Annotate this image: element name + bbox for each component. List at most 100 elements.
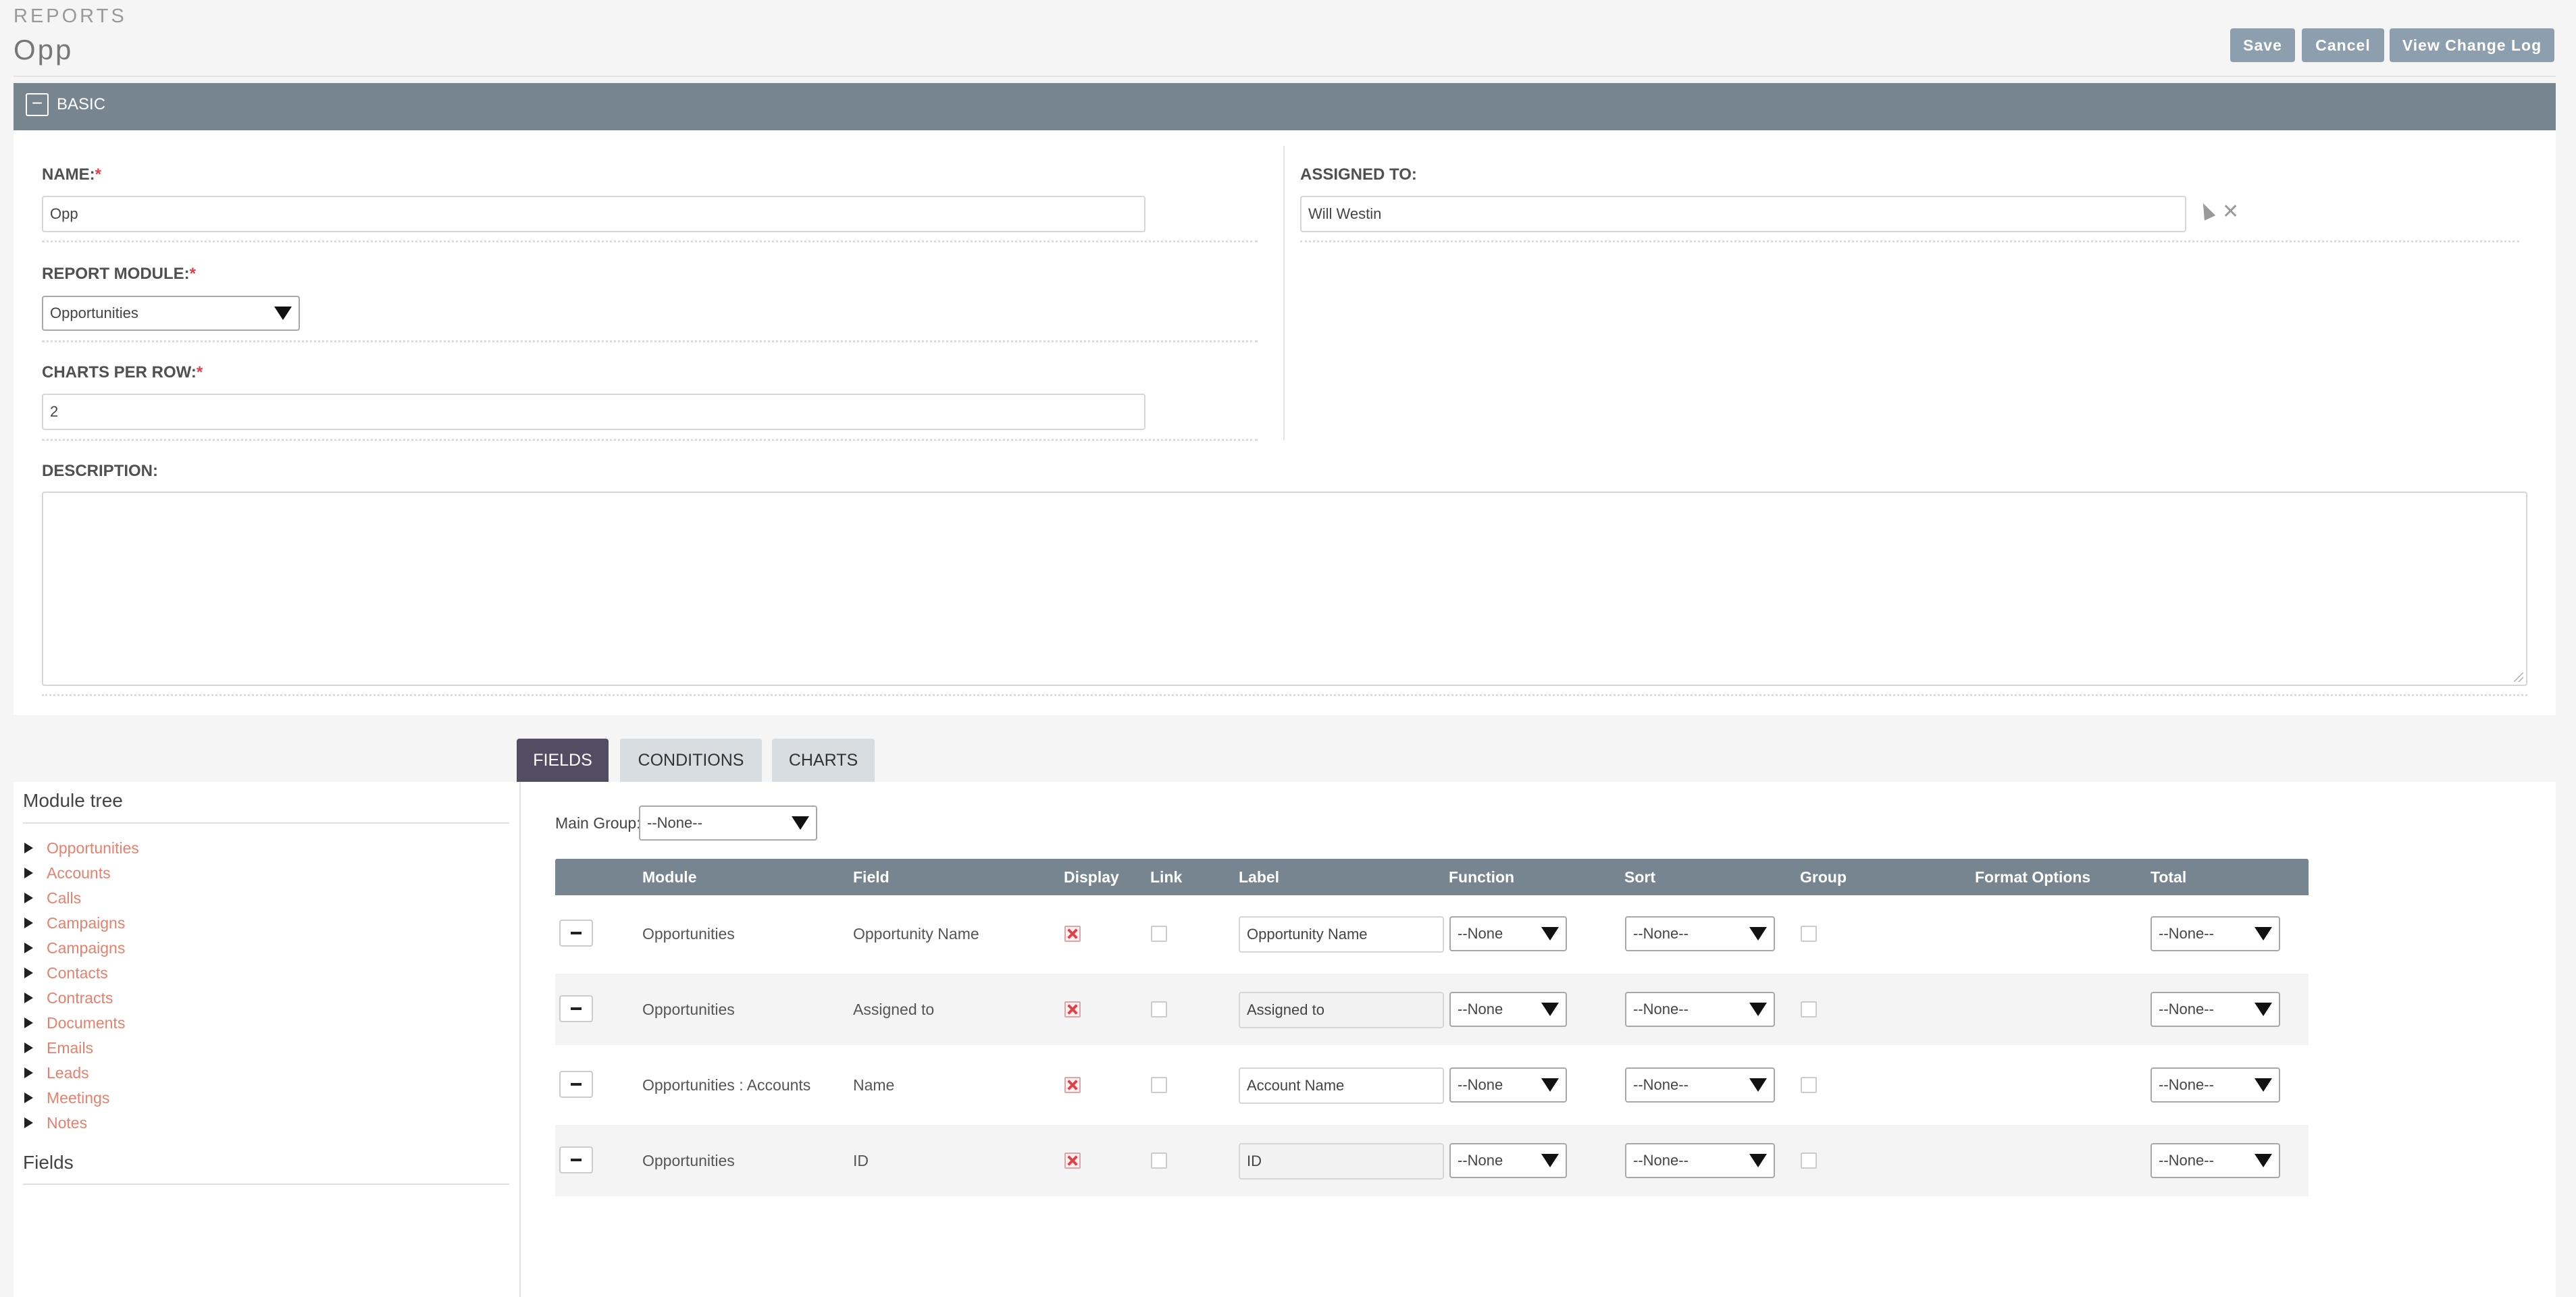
tree-item-opportunities[interactable]: Opportunities xyxy=(24,838,139,858)
divider xyxy=(23,1184,509,1185)
group-checkbox[interactable] xyxy=(1801,1001,1817,1017)
group-checkbox[interactable] xyxy=(1801,1153,1817,1169)
triangle-right-icon[interactable] xyxy=(24,1092,33,1103)
total-select[interactable]: --None-- xyxy=(2150,1143,2280,1178)
tab-conditions[interactable]: CONDITIONS xyxy=(620,739,762,782)
remove-row-button[interactable] xyxy=(559,995,593,1022)
triangle-right-icon[interactable] xyxy=(24,893,33,903)
link-checkbox[interactable] xyxy=(1151,1077,1167,1093)
total-value: --None-- xyxy=(2159,1152,2214,1169)
function-value: --None xyxy=(1458,1001,1503,1017)
sort-select[interactable]: --None-- xyxy=(1625,1143,1775,1178)
group-checkbox[interactable] xyxy=(1801,926,1817,942)
tree-item-calls[interactable]: Calls xyxy=(24,888,81,908)
view-change-log-button[interactable]: View Change Log xyxy=(2390,28,2554,62)
tab-charts[interactable]: CHARTS xyxy=(772,739,875,782)
save-button[interactable]: Save xyxy=(2230,28,2295,62)
caret-down-icon xyxy=(1749,1003,1767,1016)
caret-down-icon xyxy=(2255,1078,2272,1092)
tree-item-meetings[interactable]: Meetings xyxy=(24,1088,109,1108)
tree-item-emails[interactable]: Emails xyxy=(24,1038,93,1058)
tree-item-notes[interactable]: Notes xyxy=(24,1113,87,1133)
total-select[interactable]: --None-- xyxy=(2150,992,2280,1027)
total-select[interactable]: --None-- xyxy=(2150,916,2280,951)
triangle-right-icon[interactable] xyxy=(24,968,33,978)
sort-select[interactable]: --None-- xyxy=(1625,1067,1775,1103)
sort-select[interactable]: --None-- xyxy=(1625,916,1775,951)
row-label-input[interactable] xyxy=(1239,1067,1444,1104)
link-checkbox[interactable] xyxy=(1151,1153,1167,1169)
triangle-right-icon[interactable] xyxy=(24,943,33,953)
row-label-input[interactable] xyxy=(1239,992,1444,1028)
triangle-right-icon[interactable] xyxy=(24,918,33,928)
function-select[interactable]: --None xyxy=(1449,1067,1567,1103)
tree-item-accounts[interactable]: Accounts xyxy=(24,863,111,883)
charts-per-row-input[interactable] xyxy=(42,394,1145,430)
function-select[interactable]: --None xyxy=(1449,1143,1567,1178)
remove-row-button[interactable] xyxy=(559,1071,593,1098)
main-group-select[interactable]: --None-- xyxy=(639,805,817,841)
display-checkbox[interactable] xyxy=(1064,1001,1081,1017)
link-checkbox[interactable] xyxy=(1151,1001,1167,1017)
column-header-link: Link xyxy=(1150,868,1183,886)
tree-item-campaigns[interactable]: Campaigns xyxy=(24,913,125,933)
function-value: --None xyxy=(1458,1076,1503,1093)
group-checkbox[interactable] xyxy=(1801,1077,1817,1093)
triangle-right-icon[interactable] xyxy=(24,1042,33,1053)
report-module-label: REPORT MODULE:* xyxy=(42,265,197,283)
triangle-right-icon[interactable] xyxy=(24,843,33,853)
main-group-value: --None-- xyxy=(647,814,702,831)
function-select[interactable]: --None xyxy=(1449,916,1567,951)
cancel-button[interactable]: Cancel xyxy=(2302,28,2384,62)
report-module-select[interactable]: Opportunities xyxy=(42,296,300,331)
main-group-label: Main Group: xyxy=(555,814,641,832)
minus-square-icon[interactable]: − xyxy=(26,93,49,116)
close-icon[interactable]: ✕ xyxy=(2222,200,2239,223)
total-select[interactable]: --None-- xyxy=(2150,1067,2280,1103)
description-textarea[interactable] xyxy=(42,492,2527,686)
remove-row-button[interactable] xyxy=(559,920,593,947)
column-separator xyxy=(1283,146,1285,440)
row-module: Opportunities : Accounts xyxy=(642,1076,811,1094)
row-module: Opportunities xyxy=(642,925,735,943)
tree-item-campaigns-2[interactable]: Campaigns xyxy=(24,938,125,958)
row-field: Assigned to xyxy=(853,1001,935,1018)
resize-handle-icon[interactable] xyxy=(2514,672,2523,682)
sort-value: --None-- xyxy=(1633,925,1689,942)
caret-down-icon xyxy=(1749,927,1767,941)
triangle-right-icon[interactable] xyxy=(24,1067,33,1078)
divider xyxy=(1300,240,2519,242)
basic-panel-header[interactable] xyxy=(14,83,2556,130)
row-label-input[interactable] xyxy=(1239,916,1444,953)
function-value: --None xyxy=(1458,925,1503,942)
triangle-right-icon[interactable] xyxy=(24,1117,33,1128)
row-label-input[interactable] xyxy=(1239,1143,1444,1180)
caret-down-icon xyxy=(1541,1078,1559,1092)
row-module: Opportunities xyxy=(642,1152,735,1169)
sort-select[interactable]: --None-- xyxy=(1625,992,1775,1027)
assigned-to-input[interactable] xyxy=(1300,196,2186,232)
triangle-right-icon[interactable] xyxy=(24,992,33,1003)
triangle-right-icon[interactable] xyxy=(24,1017,33,1028)
caret-down-icon xyxy=(2255,1003,2272,1016)
tab-fields[interactable]: FIELDS xyxy=(517,739,609,782)
name-input[interactable] xyxy=(42,196,1145,232)
display-checkbox[interactable] xyxy=(1064,926,1081,942)
triangle-right-icon[interactable] xyxy=(24,868,33,878)
function-select[interactable]: --None xyxy=(1449,992,1567,1027)
caret-down-icon xyxy=(2255,1154,2272,1167)
link-checkbox[interactable] xyxy=(1151,926,1167,942)
row-field: ID xyxy=(853,1152,869,1169)
header-divider xyxy=(14,76,2556,77)
caret-down-icon xyxy=(792,816,809,830)
tree-item-documents[interactable]: Documents xyxy=(24,1013,125,1033)
tree-item-contracts[interactable]: Contracts xyxy=(24,988,113,1008)
remove-row-button[interactable] xyxy=(559,1146,593,1173)
display-checkbox[interactable] xyxy=(1064,1077,1081,1093)
tree-item-leads[interactable]: Leads xyxy=(24,1063,89,1083)
divider xyxy=(42,240,1258,242)
total-value: --None-- xyxy=(2159,1076,2214,1093)
column-header-sort: Sort xyxy=(1624,868,1655,886)
display-checkbox[interactable] xyxy=(1064,1153,1081,1169)
tree-item-contacts[interactable]: Contacts xyxy=(24,963,108,983)
